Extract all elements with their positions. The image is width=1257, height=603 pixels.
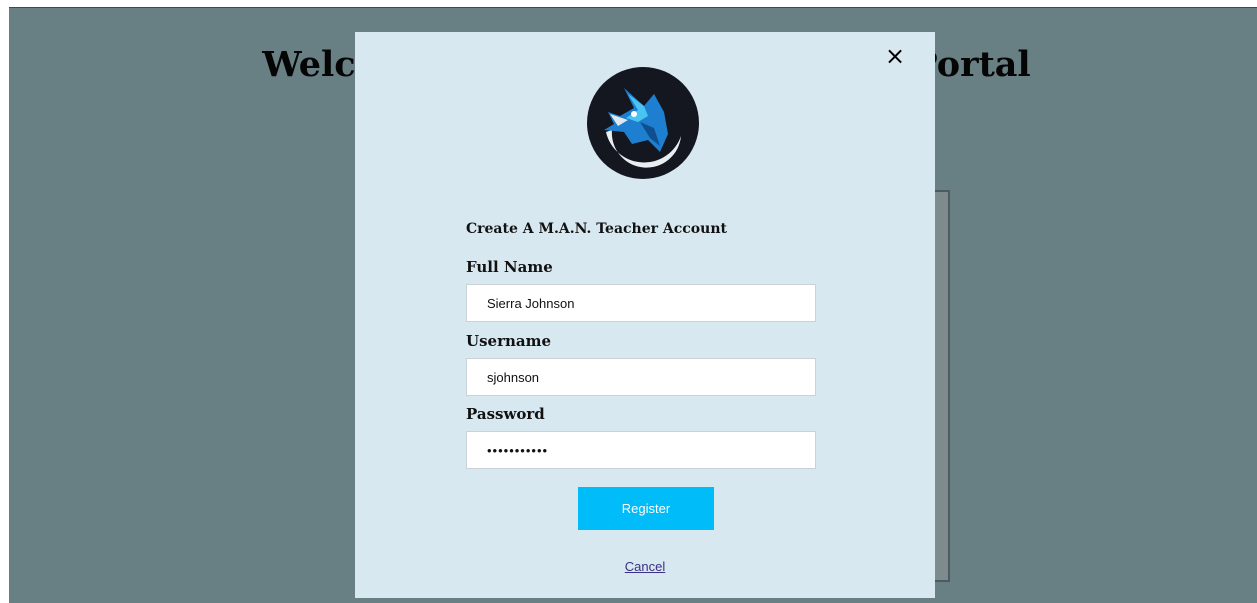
register-modal: × Create A M.A.N. Teacher Account Full N… [355,32,935,598]
form-title: Create A M.A.N. Teacher Account [466,221,727,237]
password-label: Password [466,405,545,423]
page: Welcome to the M.A.N. Learning Portal × … [0,0,1257,603]
full-name-label: Full Name [466,258,553,276]
username-label: Username [466,332,552,350]
username-field[interactable] [466,358,816,396]
register-button[interactable]: Register [578,487,714,530]
full-name-field[interactable] [466,284,816,322]
close-icon[interactable]: × [879,40,911,72]
password-field[interactable] [466,431,816,469]
cancel-link[interactable]: Cancel [355,559,935,574]
wolf-logo-icon [587,67,699,179]
